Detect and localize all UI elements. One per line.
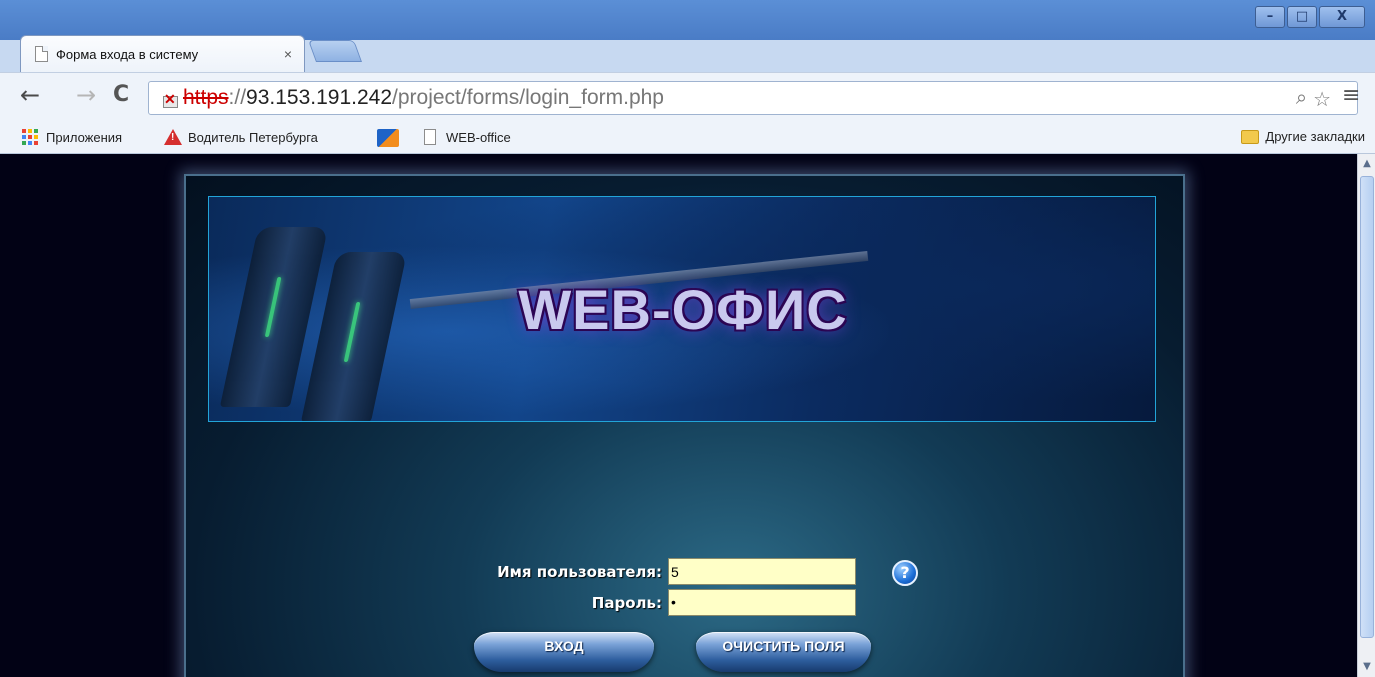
window-controls: – □ X <box>1255 6 1365 28</box>
browser-toolbar: ← → C https :// 93.153.191.242 /project/… <box>0 72 1375 122</box>
bookmark-label: WEB-office <box>446 129 511 145</box>
close-window-button[interactable]: X <box>1319 6 1365 28</box>
bookmark-web-office[interactable]: WEB-office <box>424 129 511 145</box>
page-icon <box>424 129 436 145</box>
forward-button[interactable]: → <box>76 81 96 109</box>
username-row: Имя пользователя: <box>442 558 856 585</box>
tab-strip: Форма входа в систему × – □ X <box>0 0 1375 72</box>
help-icon[interactable]: ? <box>892 560 918 586</box>
page-icon <box>35 46 48 62</box>
url-host: 93.153.191.242 <box>246 86 393 109</box>
clear-fields-button[interactable]: ОЧИСТИТЬ ПОЛЯ <box>696 632 871 672</box>
login-button[interactable]: ВХОД <box>474 632 654 672</box>
bookmark-driver-spb[interactable]: Водитель Петербурга <box>164 129 318 145</box>
tab-login-form[interactable]: Форма входа в систему × <box>20 35 305 72</box>
minimize-button[interactable]: – <box>1255 6 1285 28</box>
menu-icon[interactable]: ≡ <box>1342 83 1360 108</box>
password-label: Пароль: <box>591 593 662 612</box>
warning-sign-icon <box>164 129 182 145</box>
back-button[interactable]: ← <box>20 81 40 109</box>
other-bookmarks[interactable]: Другие закладки <box>1241 129 1365 144</box>
header-banner: WEB-ОФИС <box>208 196 1156 422</box>
login-panel: WEB-ОФИС Имя пользователя: ? Пароль: • В… <box>184 174 1185 677</box>
page-scrollbar[interactable]: ▲ ▼ <box>1357 154 1375 677</box>
scrollbar-thumb[interactable] <box>1360 176 1374 638</box>
password-input[interactable]: • <box>668 589 856 616</box>
banner-title: WEB-ОФИС <box>518 278 848 341</box>
star-icon[interactable]: ☆ <box>1313 87 1331 112</box>
password-row: Пароль: • <box>442 589 856 616</box>
site-favicon-icon <box>377 129 399 147</box>
address-bar[interactable]: https :// 93.153.191.242 /project/forms/… <box>148 81 1358 115</box>
other-bookmarks-label: Другие закладки <box>1265 129 1365 144</box>
username-label: Имя пользователя: <box>497 562 662 581</box>
search-icon[interactable]: ⌕ <box>1296 87 1307 112</box>
omnibox-actions: ⌕ ☆ <box>1296 87 1331 112</box>
url-path: /project/forms/login_form.php <box>392 86 664 109</box>
bookmark-label: Приложения <box>46 129 123 145</box>
insecure-lock-icon[interactable] <box>161 89 179 108</box>
tab-title: Форма входа в систему <box>56 46 199 62</box>
bookmark-favicon-only[interactable] <box>377 129 399 147</box>
url-separator: :// <box>228 86 247 109</box>
folder-icon <box>1241 129 1260 144</box>
new-tab-button[interactable] <box>307 40 363 62</box>
bookmark-apps[interactable]: Приложения <box>22 129 122 145</box>
tab-close-icon[interactable]: × <box>284 46 292 62</box>
scroll-up-icon[interactable]: ▲ <box>1361 158 1373 170</box>
reload-button[interactable]: C <box>113 81 129 109</box>
page-viewport: WEB-ОФИС Имя пользователя: ? Пароль: • В… <box>0 154 1357 677</box>
bookmarks-bar: Приложения Водитель Петербурга WEB-offic… <box>0 122 1375 154</box>
bookmark-label: Водитель Петербурга <box>188 129 318 145</box>
maximize-button[interactable]: □ <box>1287 6 1317 28</box>
apps-grid-icon <box>22 129 38 145</box>
username-input[interactable] <box>668 558 856 585</box>
scroll-down-icon[interactable]: ▼ <box>1361 661 1373 673</box>
browser-window: Форма входа в систему × – □ X ← → C http… <box>0 0 1375 677</box>
url-scheme: https <box>183 86 229 109</box>
